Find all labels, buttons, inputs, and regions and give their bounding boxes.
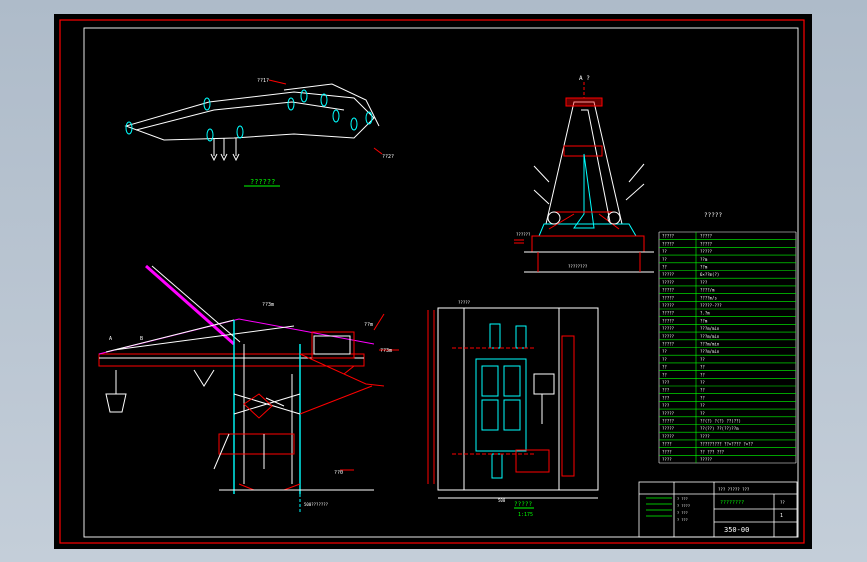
spec-row-value: ???m/min	[700, 349, 720, 354]
mech-dim-top: ?????	[458, 300, 471, 305]
spec-row-key: ??	[662, 249, 667, 254]
crane-label-a: A	[109, 336, 112, 342]
spec-row-key: ?????	[662, 318, 675, 323]
spec-row-value: ??m	[700, 257, 708, 262]
spec-row-value: ???	[700, 280, 708, 285]
spec-row-value: ??	[700, 380, 705, 385]
boom-plan-view	[124, 79, 383, 187]
spec-row-key: ??	[662, 265, 667, 270]
drawing-canvas: ??1? ??2? ?????? A ? ???????? ?????? ??3…	[59, 19, 805, 544]
spec-row-value: 6×??m(?)	[700, 272, 719, 277]
spec-row-key: ??	[662, 257, 667, 262]
spec-row-key: ??	[662, 349, 667, 354]
spec-row-key: ?????	[662, 334, 675, 339]
boom-view-caption: ??????	[250, 178, 275, 186]
spec-row-value: ??	[700, 403, 705, 408]
title-note: ? ???	[677, 497, 688, 501]
spec-row-key: ?????	[662, 288, 675, 293]
spec-row-key: ???	[662, 380, 670, 385]
spec-row-value: ?? ??? ???	[700, 449, 725, 454]
drawing-sheet: ??1? ??2? ?????? A ? ???????? ?????? ??3…	[54, 14, 812, 549]
title-drawing-name: ????????	[720, 500, 744, 506]
end-view-a	[514, 82, 654, 273]
crane-tag-right: ??m	[364, 322, 373, 328]
crane-scale-bottom: 500???????	[304, 502, 329, 507]
spec-row-key: ??	[662, 357, 667, 362]
spec-row-key: ?????	[662, 303, 675, 308]
spec-row-value: ?????-???	[700, 303, 722, 308]
spec-row-key: ?????	[662, 241, 675, 246]
spec-row-key: ?????	[662, 342, 675, 347]
spec-row-value: ??	[700, 411, 705, 416]
spec-row-key: ?????	[662, 272, 675, 277]
spec-row-key: ?????	[662, 411, 675, 416]
title-sheet: 1	[780, 513, 783, 519]
spec-row-key: ???	[662, 403, 670, 408]
spec-row-key: ????	[662, 457, 672, 462]
spec-row-key: ????	[662, 449, 672, 454]
side-view-sub: 1:175	[518, 512, 533, 518]
spec-row-key: ??	[662, 372, 667, 377]
crane-dim-bottom: ??0	[334, 470, 343, 476]
spec-row-value: ????????? ??×???? ?×??	[700, 442, 754, 447]
title-note: ? ???	[677, 518, 688, 522]
spec-row-key: ???	[662, 388, 670, 393]
boom-tag-1: ??1?	[257, 78, 269, 84]
spec-row-key: ?????	[662, 434, 675, 439]
spec-row-value: ??	[700, 357, 705, 362]
spec-row-key: ?????	[662, 295, 675, 300]
crane-tag-far: ??3m	[380, 348, 392, 354]
title-drawing-no: 350-00	[724, 526, 749, 534]
title-note: ? ????	[677, 504, 690, 508]
spec-row-value: ?????	[700, 249, 713, 254]
spec-row-key: ?????	[662, 419, 675, 424]
spec-row-key: ?????	[662, 280, 675, 285]
spec-row-value: ?.?m	[700, 311, 710, 316]
spec-row-key: ?????	[662, 426, 675, 431]
spec-row-key: ?????	[662, 326, 675, 331]
spec-row-value: ??m	[700, 318, 708, 323]
end-view-label: A ?	[579, 75, 590, 82]
spec-row-value: ??	[700, 388, 705, 393]
spec-row-value: ?????	[700, 457, 713, 462]
spec-row-key: ??	[662, 365, 667, 370]
inner-frame	[83, 27, 799, 538]
spec-row-value: ??m	[700, 265, 708, 270]
spec-row-value: ??	[700, 395, 705, 400]
title-note: ? ???	[677, 511, 688, 515]
spec-row-key: ????	[662, 442, 672, 447]
spec-row-value: ???m/min	[700, 326, 720, 331]
end-view-dim: ????????	[568, 264, 588, 269]
spec-row-key: ???	[662, 395, 670, 400]
title-notes: ? ??? ? ???? ? ??? ? ???	[677, 497, 690, 522]
spec-row-value: ????/m	[700, 288, 715, 293]
crane-side-view	[98, 264, 399, 514]
spec-table: ????????????????????????????? ??m?? ??m???…	[658, 231, 797, 464]
title-school: ??? ????? ???	[718, 487, 750, 492]
boom-tag-2: ??2?	[382, 154, 394, 160]
crane-tag-top: ??3m	[262, 302, 274, 308]
spec-row-value: ??	[700, 372, 705, 377]
mech-dim-bottom: 500	[498, 498, 506, 503]
crane-label-b: B	[140, 336, 143, 342]
spec-row-value: ??	[700, 365, 705, 370]
spec-row-value: ?????	[700, 241, 713, 246]
end-view-left-tag: ??????	[516, 232, 531, 237]
spec-row-key: ?????	[662, 234, 675, 239]
title-scale: ??	[780, 500, 785, 505]
spec-row-value: ?????	[700, 234, 713, 239]
spec-row-value: ????m/s	[700, 295, 717, 300]
spec-row-value: ??(?) ?(?) ??(??)	[700, 419, 741, 424]
spec-row-value: ????	[700, 434, 710, 439]
cad-viewport[interactable]: ??1? ??2? ?????? A ? ???????? ?????? ??3…	[0, 0, 867, 562]
outer-frame	[59, 19, 805, 544]
side-view-caption: ?????	[514, 501, 532, 508]
spec-row-key: ?????	[662, 311, 675, 316]
spec-row-value: ???m/min	[700, 334, 720, 339]
trolley-mechanism-view	[427, 307, 599, 509]
spec-row-value: ??(??) ??(??)??m	[700, 426, 739, 431]
spec-table-title: ?????	[704, 212, 722, 219]
spec-row-value: ???m/min	[700, 342, 720, 347]
